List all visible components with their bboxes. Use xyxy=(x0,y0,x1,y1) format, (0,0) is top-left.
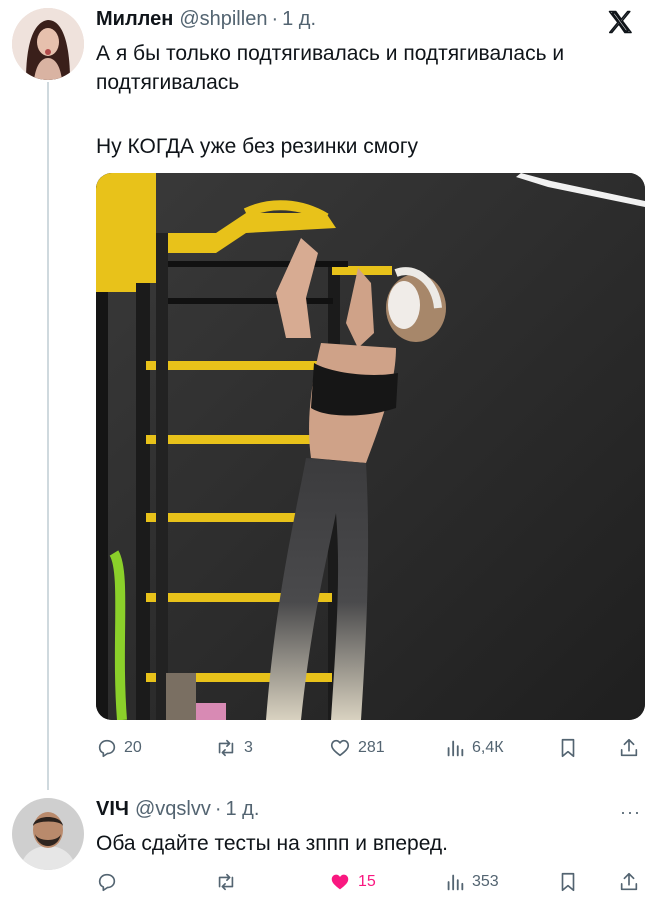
bookmark-icon xyxy=(561,872,575,892)
repost-button[interactable] xyxy=(214,867,244,897)
views-button[interactable]: 353 xyxy=(444,867,499,897)
tweet-media-photo[interactable] xyxy=(96,173,645,720)
reply-icon xyxy=(98,739,116,758)
x-logo-icon[interactable] xyxy=(606,8,634,36)
tweet-text-line-1: А я бы только подтягивалась и подтягивал… xyxy=(96,42,565,65)
author-handle[interactable]: @shpillen xyxy=(179,8,267,31)
avatar[interactable] xyxy=(12,8,84,80)
separator-dot: · xyxy=(271,8,279,30)
timestamp[interactable]: 1 д. xyxy=(226,798,260,821)
like-button[interactable]: 281 xyxy=(328,733,385,763)
more-icon[interactable]: ··· xyxy=(620,802,641,823)
author-name[interactable]: VIЧ xyxy=(96,798,129,821)
share-icon xyxy=(620,738,638,757)
share-button[interactable] xyxy=(618,733,640,763)
reply-icon xyxy=(98,873,116,892)
share-button[interactable] xyxy=(618,867,640,897)
like-button[interactable]: 15 xyxy=(328,867,376,897)
author-handle[interactable]: @vqslvv xyxy=(135,798,211,821)
bookmark-button[interactable] xyxy=(557,733,579,763)
tweet-main: Миллен @shpillen · 1 д. А я бы только по… xyxy=(0,0,659,790)
like-count: 281 xyxy=(358,739,385,756)
repost-icon xyxy=(218,873,234,891)
like-count: 15 xyxy=(358,873,376,890)
tweet-text-line-3: Ну КОГДА уже без резинки смогу xyxy=(96,135,419,158)
bookmark-icon xyxy=(561,738,575,758)
separator-dot: · xyxy=(214,798,222,820)
like-icon xyxy=(331,874,349,890)
views-icon xyxy=(447,874,464,891)
like-icon xyxy=(330,739,350,757)
repost-count: 3 xyxy=(244,739,253,756)
reply-text: Оба сдайте тесты на зппп и вперед. xyxy=(96,832,449,855)
tweet-reply: VIЧ @vqslvv · 1 д. ··· Оба сдайте тесты … xyxy=(0,790,659,900)
reply-button[interactable]: 20 xyxy=(96,733,142,763)
reply-button[interactable] xyxy=(96,867,124,897)
bookmark-button[interactable] xyxy=(557,867,579,897)
tweet-action-bar: 15 353 xyxy=(96,867,645,897)
repost-icon xyxy=(218,739,234,757)
tweet-action-bar: 20 3 281 6,4К xyxy=(96,733,645,763)
tweet-text-line-2: подтягивалась xyxy=(96,71,240,94)
views-count: 6,4К xyxy=(472,739,504,756)
share-icon xyxy=(620,872,638,891)
reply-count: 20 xyxy=(124,739,142,756)
views-button[interactable]: 6,4К xyxy=(444,733,504,763)
avatar[interactable] xyxy=(12,798,84,870)
views-icon xyxy=(447,740,464,757)
views-count: 353 xyxy=(472,873,499,890)
repost-button[interactable]: 3 xyxy=(214,733,253,763)
timestamp[interactable]: 1 д. xyxy=(282,8,316,31)
author-name[interactable]: Миллен xyxy=(96,8,173,31)
